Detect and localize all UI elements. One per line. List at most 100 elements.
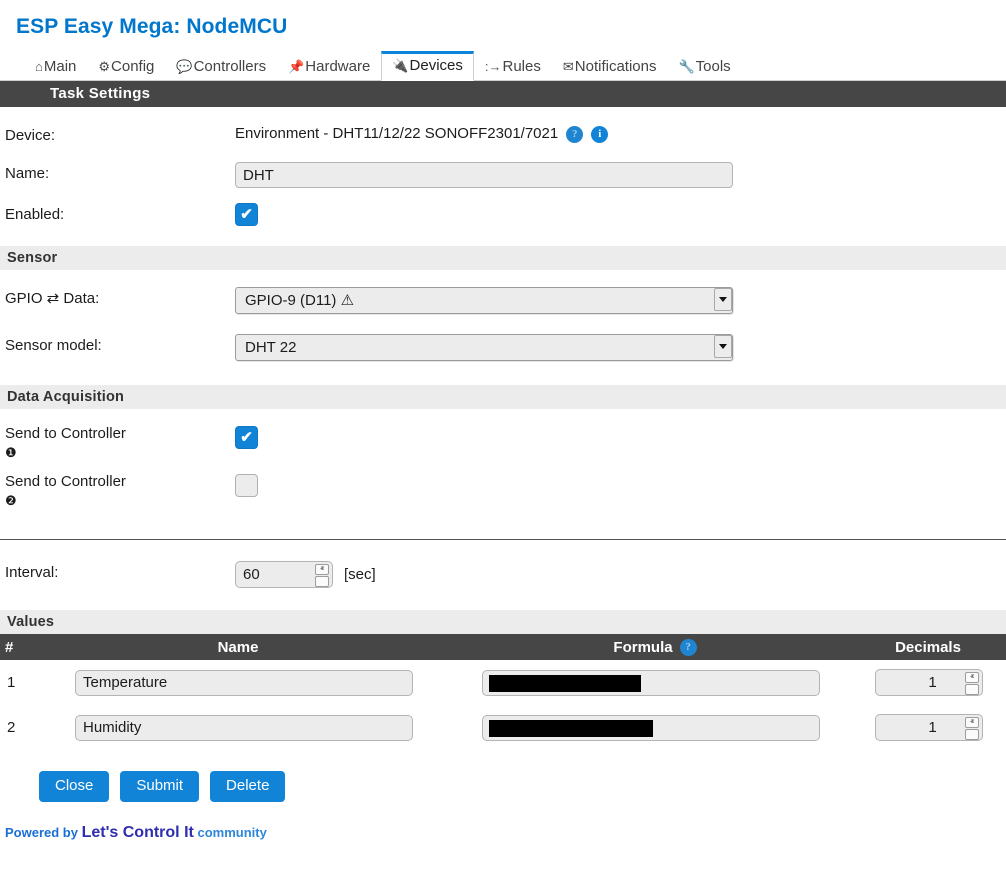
gpio-select[interactable]: GPIO-9 (D11) ⚠	[235, 287, 733, 314]
controller-number-2: ❷	[5, 493, 235, 509]
send-to-controller-1-row: Send to Controller ❶ ✔	[0, 422, 1006, 461]
name-row: Name:	[0, 162, 1006, 188]
info-icon[interactable]: i	[591, 126, 608, 143]
page-header: ESP Easy Mega: NodeMCU	[0, 0, 1006, 40]
tab-label-controllers: Controllers	[194, 57, 267, 76]
interval-row: Interval: 60 ⱏ ⱟ [sec]	[0, 561, 1006, 588]
table-row: 2 1 ⱏ ⱟ	[0, 705, 1006, 750]
chevron-down-icon[interactable]	[714, 335, 732, 358]
gear-icon: ⚙	[98, 60, 110, 73]
tab-rules[interactable]: :→ Rules	[474, 52, 552, 81]
send-to-controller-2-label: Send to Controller ❷	[5, 470, 235, 509]
values-table-header: # Name Formula ? Decimals	[0, 634, 1006, 660]
spinner-up-icon[interactable]: ⱏ	[315, 564, 329, 575]
values-header: Values	[0, 610, 1006, 634]
close-button[interactable]: Close	[39, 771, 109, 802]
value-name-input-2[interactable]	[75, 715, 413, 741]
help-icon[interactable]: ?	[566, 126, 583, 143]
arrow-flow-icon: :→	[485, 60, 502, 73]
plug-icon: 🔌	[392, 59, 408, 72]
formula-help-icon[interactable]: ?	[680, 639, 697, 656]
redaction-bar	[489, 720, 653, 737]
spinner-down-icon[interactable]: ⱟ	[965, 729, 979, 740]
value-formula-input-1[interactable]	[482, 670, 820, 696]
interval-unit: [sec]	[344, 566, 376, 583]
footer-powered-by: Powered by	[5, 825, 78, 840]
tab-label-config: Config	[111, 57, 154, 76]
send-to-controller-2-checkbox[interactable]	[235, 474, 258, 497]
value-decimals-2: 1	[921, 719, 936, 736]
enabled-label: Enabled:	[5, 203, 235, 225]
tab-label-devices: Devices	[410, 56, 463, 75]
wrench-icon: 🔧	[678, 60, 694, 73]
home-icon: ⌂	[35, 60, 43, 73]
table-row: 1 1 ⱏ ⱟ	[0, 660, 1006, 705]
spinner-up-icon[interactable]: ⱏ	[965, 717, 979, 728]
main-tabbar: ⌂ Main ⚙ Config 💬 Controllers 📌 Hardware…	[0, 51, 1006, 81]
value-index-2: 2	[0, 719, 36, 736]
value-decimals-input-2[interactable]: 1 ⱏ ⱟ	[875, 714, 983, 741]
enabled-checkbox[interactable]: ✔	[235, 203, 258, 226]
sensor-model-label: Sensor model:	[5, 334, 235, 356]
delete-button[interactable]: Delete	[210, 771, 285, 802]
col-header-num: #	[0, 639, 36, 656]
spinner-down-icon[interactable]: ⱟ	[315, 576, 329, 587]
submit-button[interactable]: Submit	[120, 771, 199, 802]
tab-tools[interactable]: 🔧 Tools	[667, 52, 741, 81]
footer-community-link[interactable]: community	[197, 825, 266, 840]
tab-devices[interactable]: 🔌 Devices	[381, 51, 474, 81]
task-settings-header: Task Settings	[0, 81, 1006, 107]
task-name-input[interactable]	[235, 162, 733, 188]
tab-label-notifications: Notifications	[575, 57, 657, 76]
enabled-row: Enabled: ✔	[0, 203, 1006, 226]
interval-spinner[interactable]: ⱏ ⱟ	[315, 564, 329, 585]
decimals-spinner-1[interactable]: ⱏ ⱟ	[965, 672, 979, 693]
decimals-spinner-2[interactable]: ⱏ ⱟ	[965, 717, 979, 738]
footer: Powered by Let's Control It community	[0, 802, 1006, 842]
tab-label-hardware: Hardware	[305, 57, 370, 76]
device-label: Device:	[5, 124, 235, 146]
spinner-down-icon[interactable]: ⱟ	[965, 684, 979, 695]
sensor-model-select-value: DHT 22	[235, 334, 733, 361]
col-header-decimals: Decimals	[870, 639, 1006, 656]
spinner-up-icon[interactable]: ⱏ	[965, 672, 979, 683]
interval-value: 60	[236, 566, 260, 583]
envelope-icon: ✉	[563, 60, 574, 73]
col-header-formula: Formula ?	[440, 639, 870, 656]
tab-label-rules: Rules	[503, 57, 541, 76]
value-formula-input-2[interactable]	[482, 715, 820, 741]
value-decimals-input-1[interactable]: 1 ⱏ ⱟ	[875, 669, 983, 696]
interval-input[interactable]: 60 ⱏ ⱟ	[235, 561, 333, 588]
footer-brand-link[interactable]: Let's Control It	[82, 824, 194, 841]
send-to-controller-1-checkbox[interactable]: ✔	[235, 426, 258, 449]
page-title: ESP Easy Mega: NodeMCU	[16, 14, 1006, 40]
col-header-name: Name	[36, 639, 440, 656]
pushpin-icon: 📌	[288, 60, 304, 73]
sensor-model-row: Sensor model: DHT 22	[0, 334, 1006, 361]
value-decimals-1: 1	[921, 674, 936, 691]
tab-config[interactable]: ⚙ Config	[87, 52, 165, 81]
tab-notifications[interactable]: ✉ Notifications	[552, 52, 668, 81]
gpio-label: GPIO ⇄ Data:	[5, 287, 235, 309]
tab-label-tools: Tools	[696, 57, 731, 76]
divider	[0, 539, 1006, 540]
value-name-input-1[interactable]	[75, 670, 413, 696]
gpio-select-value: GPIO-9 (D11) ⚠	[235, 287, 733, 314]
name-label: Name:	[5, 162, 235, 184]
device-row: Device: Environment - DHT11/12/22 SONOFF…	[0, 124, 1006, 146]
device-value: Environment - DHT11/12/22 SONOFF2301/702…	[235, 124, 558, 144]
value-index-1: 1	[0, 674, 36, 691]
send-to-controller-1-label: Send to Controller ❶	[5, 422, 235, 461]
tab-controllers[interactable]: 💬 Controllers	[165, 52, 277, 81]
tab-hardware[interactable]: 📌 Hardware	[277, 52, 381, 81]
data-acquisition-header: Data Acquisition	[0, 385, 1006, 409]
redaction-bar	[489, 675, 641, 692]
action-buttons: Close Submit Delete	[0, 750, 1006, 802]
tab-main[interactable]: ⌂ Main	[24, 52, 87, 81]
gpio-row: GPIO ⇄ Data: GPIO-9 (D11) ⚠	[0, 287, 1006, 314]
sensor-model-select[interactable]: DHT 22	[235, 334, 733, 361]
sensor-header: Sensor	[0, 246, 1006, 270]
controller-number-1: ❶	[5, 445, 235, 461]
chevron-down-icon[interactable]	[714, 288, 732, 311]
interval-label: Interval:	[5, 561, 235, 583]
